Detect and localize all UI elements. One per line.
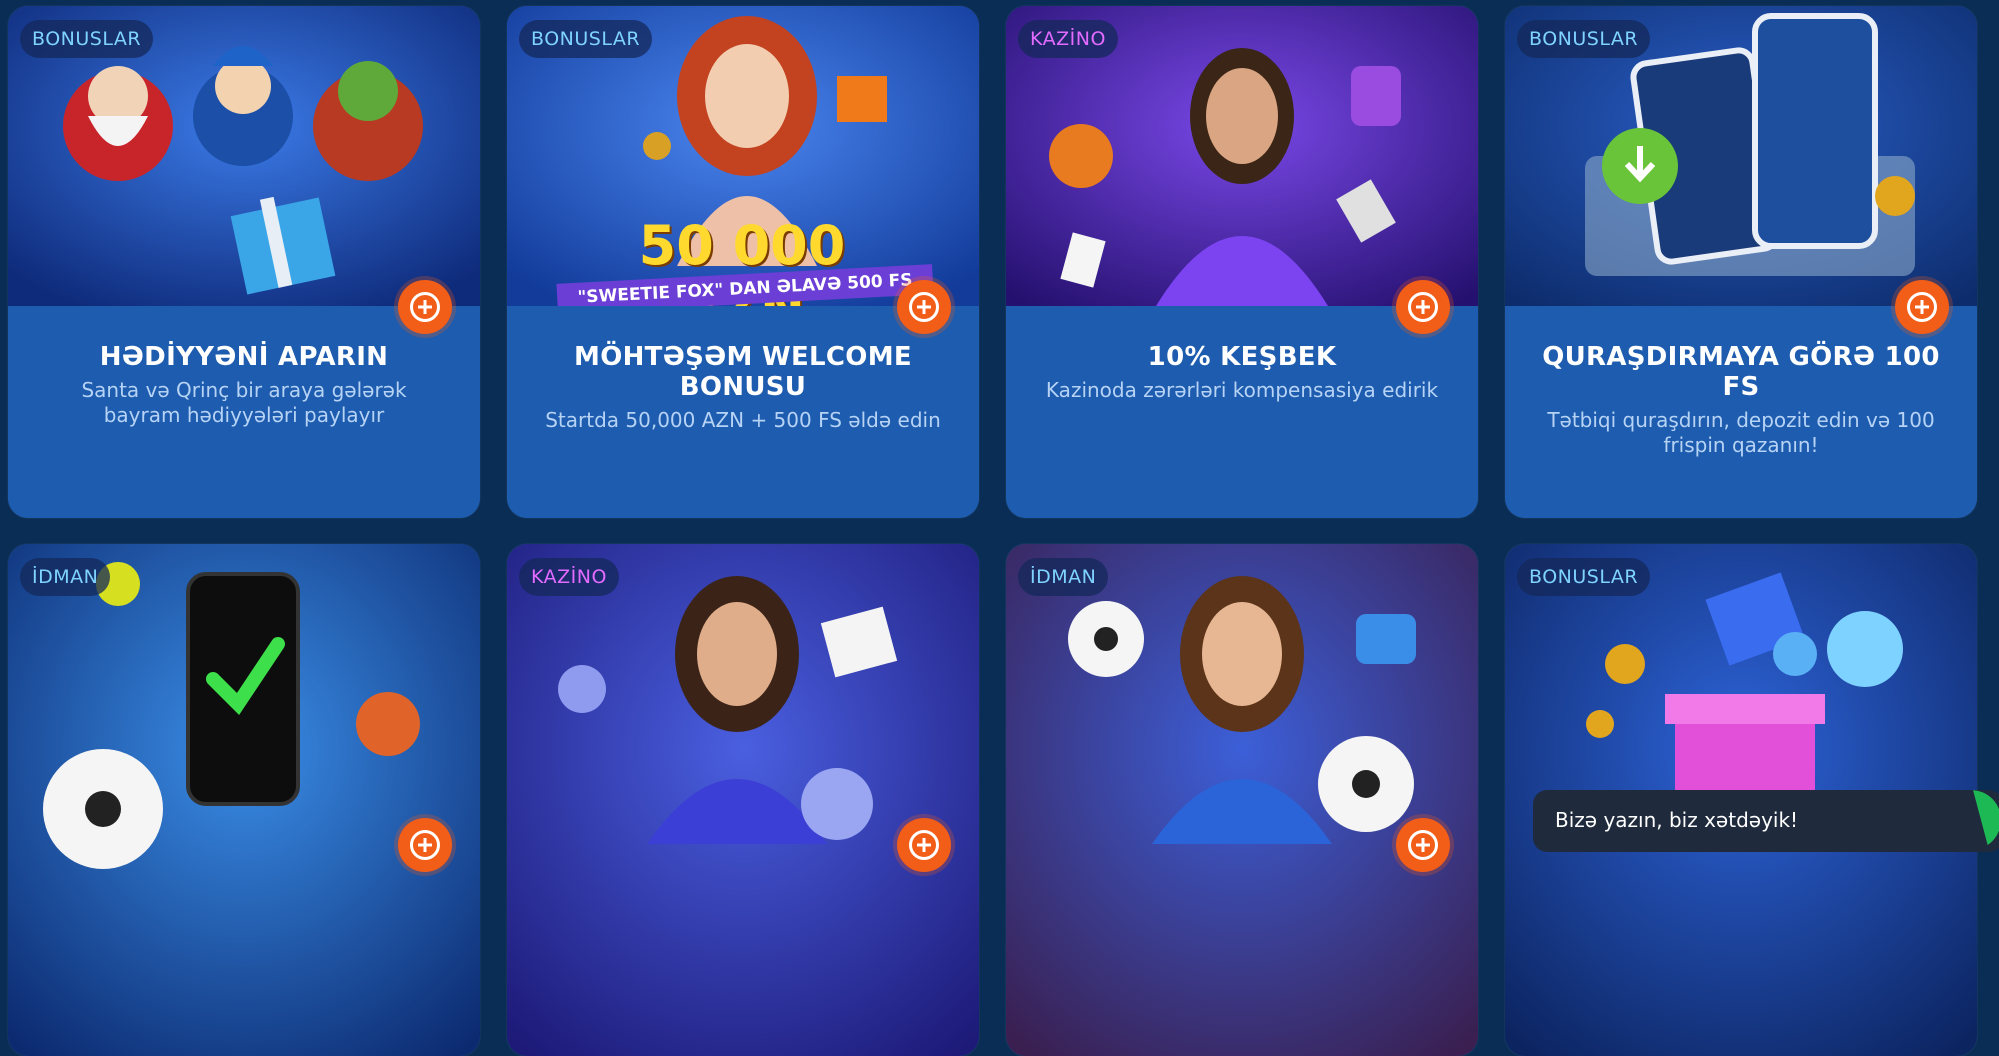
promo-title: MÖHTƏŞƏM WELCOME BONUSU [574, 342, 912, 402]
promo-subtitle: Startda 50,000 AZN + 500 FS əldə edin [545, 408, 941, 432]
promo-card-gift[interactable]: BONUSLAR HƏDİYYƏNİ APARIN Santa və Qrinç… [8, 6, 480, 518]
plus-icon [909, 830, 939, 860]
promo-title: 10% KEŞBEK [1147, 342, 1337, 372]
add-button[interactable] [897, 818, 951, 872]
chat-label: Bizə yazın, biz xətdəyik! [1555, 808, 1799, 832]
add-button[interactable] [398, 280, 452, 334]
plus-icon [1907, 292, 1937, 322]
promo-title: QURAŞDIRMAYA GÖRƏ 100 FS [1542, 342, 1940, 402]
category-tag: BONUSLAR [1517, 558, 1651, 596]
promo-card-body: 10% KEŞBEK Kazinoda zərərləri kompensasi… [1006, 306, 1478, 518]
promo-image [507, 544, 979, 1056]
add-button[interactable] [1396, 818, 1450, 872]
live-chat-widget[interactable]: Bizə yazın, biz xətdəyik! [1533, 790, 1999, 852]
add-button[interactable] [1895, 280, 1949, 334]
promo-card-sport-2[interactable]: İDMAN [1006, 544, 1478, 1056]
plus-icon [1408, 830, 1438, 860]
promo-card-body: HƏDİYYƏNİ APARIN Santa və Qrinç bir aray… [8, 306, 480, 518]
promo-card-welcome[interactable]: 50 000 AZN "SWEETIE FOX" DAN ƏLAVƏ 500 F… [507, 6, 979, 518]
online-status-icon [1973, 790, 1999, 850]
plus-icon [1408, 292, 1438, 322]
add-button[interactable] [897, 280, 951, 334]
promo-card-casino-2[interactable]: KAZİNO [507, 544, 979, 1056]
promo-card-install[interactable]: BONUSLAR QURAŞDIRMAYA GÖRƏ 100 FS Tətbiq… [1505, 6, 1977, 518]
promo-card-sport-1[interactable]: İDMAN [8, 544, 480, 1056]
promotions-grid: BONUSLAR HƏDİYYƏNİ APARIN Santa və Qrinç… [8, 6, 1977, 1056]
category-tag: İDMAN [1018, 558, 1109, 596]
promo-card-body: QURAŞDIRMAYA GÖRƏ 100 FS Tətbiqi quraşdı… [1505, 306, 1977, 518]
add-button[interactable] [398, 818, 452, 872]
promo-image [1006, 544, 1478, 1056]
category-tag: BONUSLAR [20, 20, 154, 58]
plus-icon [410, 292, 440, 322]
add-button[interactable] [1396, 280, 1450, 334]
promo-subtitle: Santa və Qrinç bir araya gələrək bayram … [81, 378, 407, 427]
promo-subtitle: Tətbiqi quraşdırın, depozit edin və 100 … [1547, 408, 1935, 457]
plus-icon [410, 830, 440, 860]
plus-icon [909, 292, 939, 322]
category-tag: KAZİNO [519, 558, 619, 596]
promo-card-cashback[interactable]: KAZİNO 10% KEŞBEK Kazinoda zərərləri kom… [1006, 6, 1478, 518]
category-tag: KAZİNO [1018, 20, 1118, 58]
promo-image [8, 544, 480, 1056]
category-tag: İDMAN [20, 558, 111, 596]
category-tag: BONUSLAR [1517, 20, 1651, 58]
category-tag: BONUSLAR [519, 20, 653, 58]
promo-title: HƏDİYYƏNİ APARIN [99, 342, 389, 372]
promo-subtitle: Kazinoda zərərləri kompensasiya edirik [1045, 378, 1439, 402]
promo-card-body: MÖHTƏŞƏM WELCOME BONUSU Startda 50,000 A… [507, 306, 979, 518]
